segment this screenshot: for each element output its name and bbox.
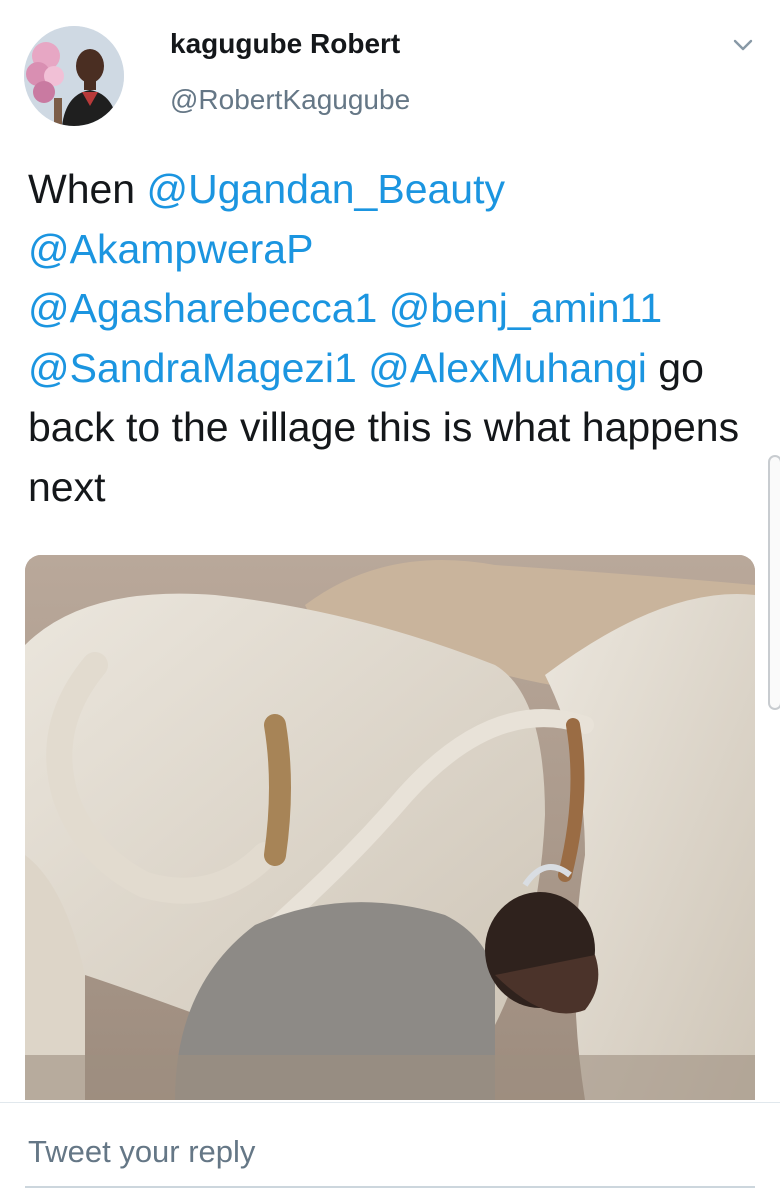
mention-link[interactable]: @AlexMuhangi	[368, 345, 647, 391]
mention-link[interactable]: @AkampweraP	[28, 226, 313, 272]
avatar-photo	[24, 26, 124, 126]
tweet-text: When @Ugandan_Beauty @AkampweraP @Agashare…	[28, 160, 758, 517]
photo-cattle-scene	[25, 555, 755, 1100]
mention-link[interactable]: @Agasharebecca1	[28, 285, 377, 331]
mention-link[interactable]: @Ugandan_Beauty	[147, 166, 506, 212]
tweet-card: kagugube Robert @RobertKagugube When @Ug…	[0, 0, 780, 1200]
tweet-text-lead: When	[28, 166, 147, 212]
chevron-down-icon[interactable]	[728, 30, 758, 60]
author-handle[interactable]: @RobertKagugube	[170, 84, 410, 116]
reply-input[interactable]: Tweet your reply	[28, 1134, 748, 1170]
author-display-name[interactable]: kagugube Robert	[170, 28, 400, 60]
reply-divider	[0, 1102, 780, 1103]
author-avatar[interactable]	[24, 26, 124, 126]
scrollbar-handle[interactable]	[768, 455, 780, 710]
mention-link[interactable]: @benj_amin11	[389, 285, 662, 331]
mention-link[interactable]: @SandraMagezi1	[28, 345, 357, 391]
tweet-media-photo[interactable]	[25, 555, 755, 1100]
reply-input-underline	[25, 1186, 755, 1188]
